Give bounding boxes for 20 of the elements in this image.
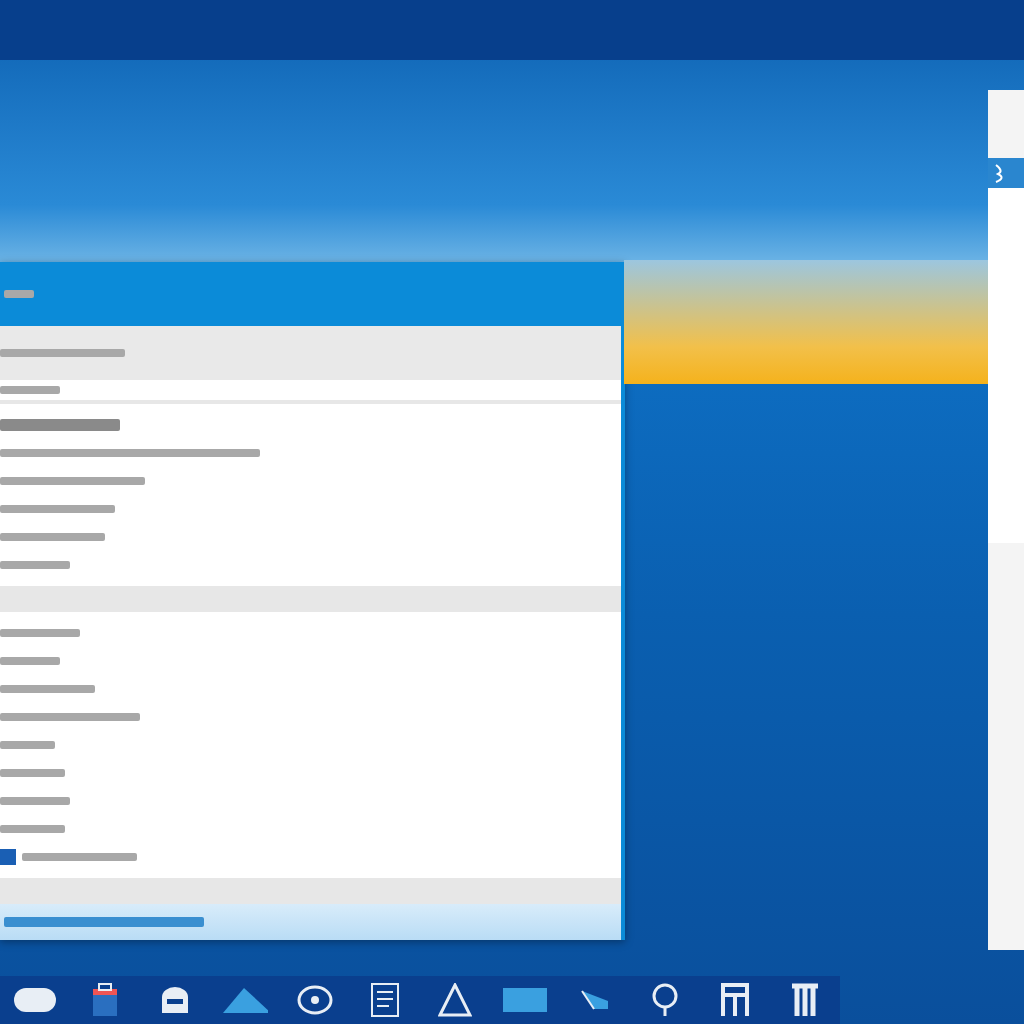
document-icon — [370, 982, 400, 1018]
frame-icon — [720, 983, 750, 1017]
pen-icon — [581, 990, 609, 1010]
tent-icon — [438, 983, 472, 1017]
illegible-text — [0, 741, 55, 749]
illegible-text — [0, 561, 70, 569]
cloud-icon — [13, 987, 57, 1013]
disc-icon — [297, 985, 333, 1015]
side-tab[interactable] — [988, 158, 1024, 188]
illegible-title — [4, 290, 34, 298]
columns-icon — [790, 983, 820, 1017]
mountain-icon — [222, 986, 268, 1014]
input-field[interactable] — [0, 380, 621, 400]
illegible-text — [0, 825, 65, 833]
illegible-text — [0, 797, 70, 805]
bag-icon — [92, 983, 118, 1017]
checkbox[interactable] — [0, 849, 16, 865]
illegible-text — [0, 769, 65, 777]
illegible-text — [0, 657, 60, 665]
pin-icon — [650, 983, 680, 1017]
